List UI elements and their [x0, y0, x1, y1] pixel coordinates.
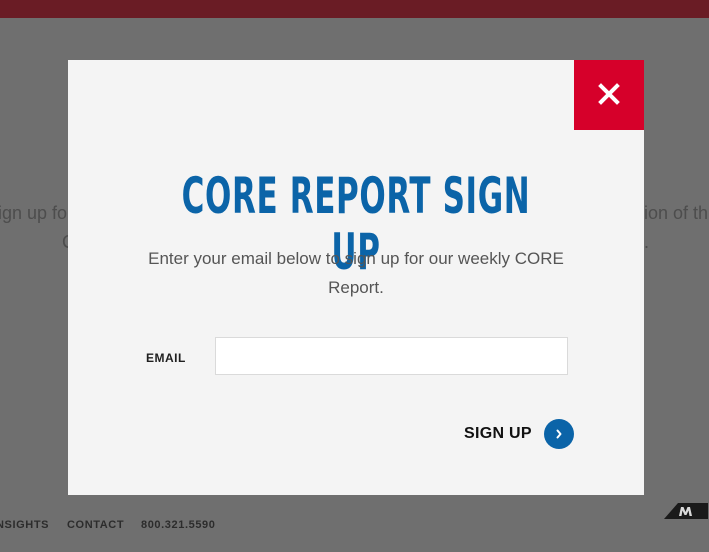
email-label: EMAIL — [146, 351, 186, 365]
sign-up-label: SIGN UP — [464, 425, 532, 442]
sign-up-button[interactable]: SIGN UP — [464, 419, 574, 449]
footer-link-insights[interactable]: NSIGHTS — [0, 519, 49, 531]
signup-modal: CORE REPORT SIGN UP Enter your email bel… — [68, 60, 644, 495]
brand-m-logo-icon[interactable] — [664, 503, 708, 519]
background-text: . — [644, 232, 650, 252]
chevron-right-icon — [543, 419, 574, 449]
modal-description: Enter your email below to sign up for ou… — [148, 249, 564, 297]
background-text: ign up fo — [0, 203, 68, 223]
close-icon — [598, 82, 620, 108]
email-field[interactable] — [215, 337, 568, 375]
footer: NSIGHTS CONTACT 800.321.5590 — [0, 519, 709, 552]
background-text: ion of th — [644, 203, 709, 223]
footer-link-contact[interactable]: CONTACT — [67, 519, 124, 531]
top-bar — [0, 0, 709, 18]
close-button[interactable] — [574, 60, 644, 130]
footer-link-phone[interactable]: 800.321.5590 — [141, 519, 216, 531]
